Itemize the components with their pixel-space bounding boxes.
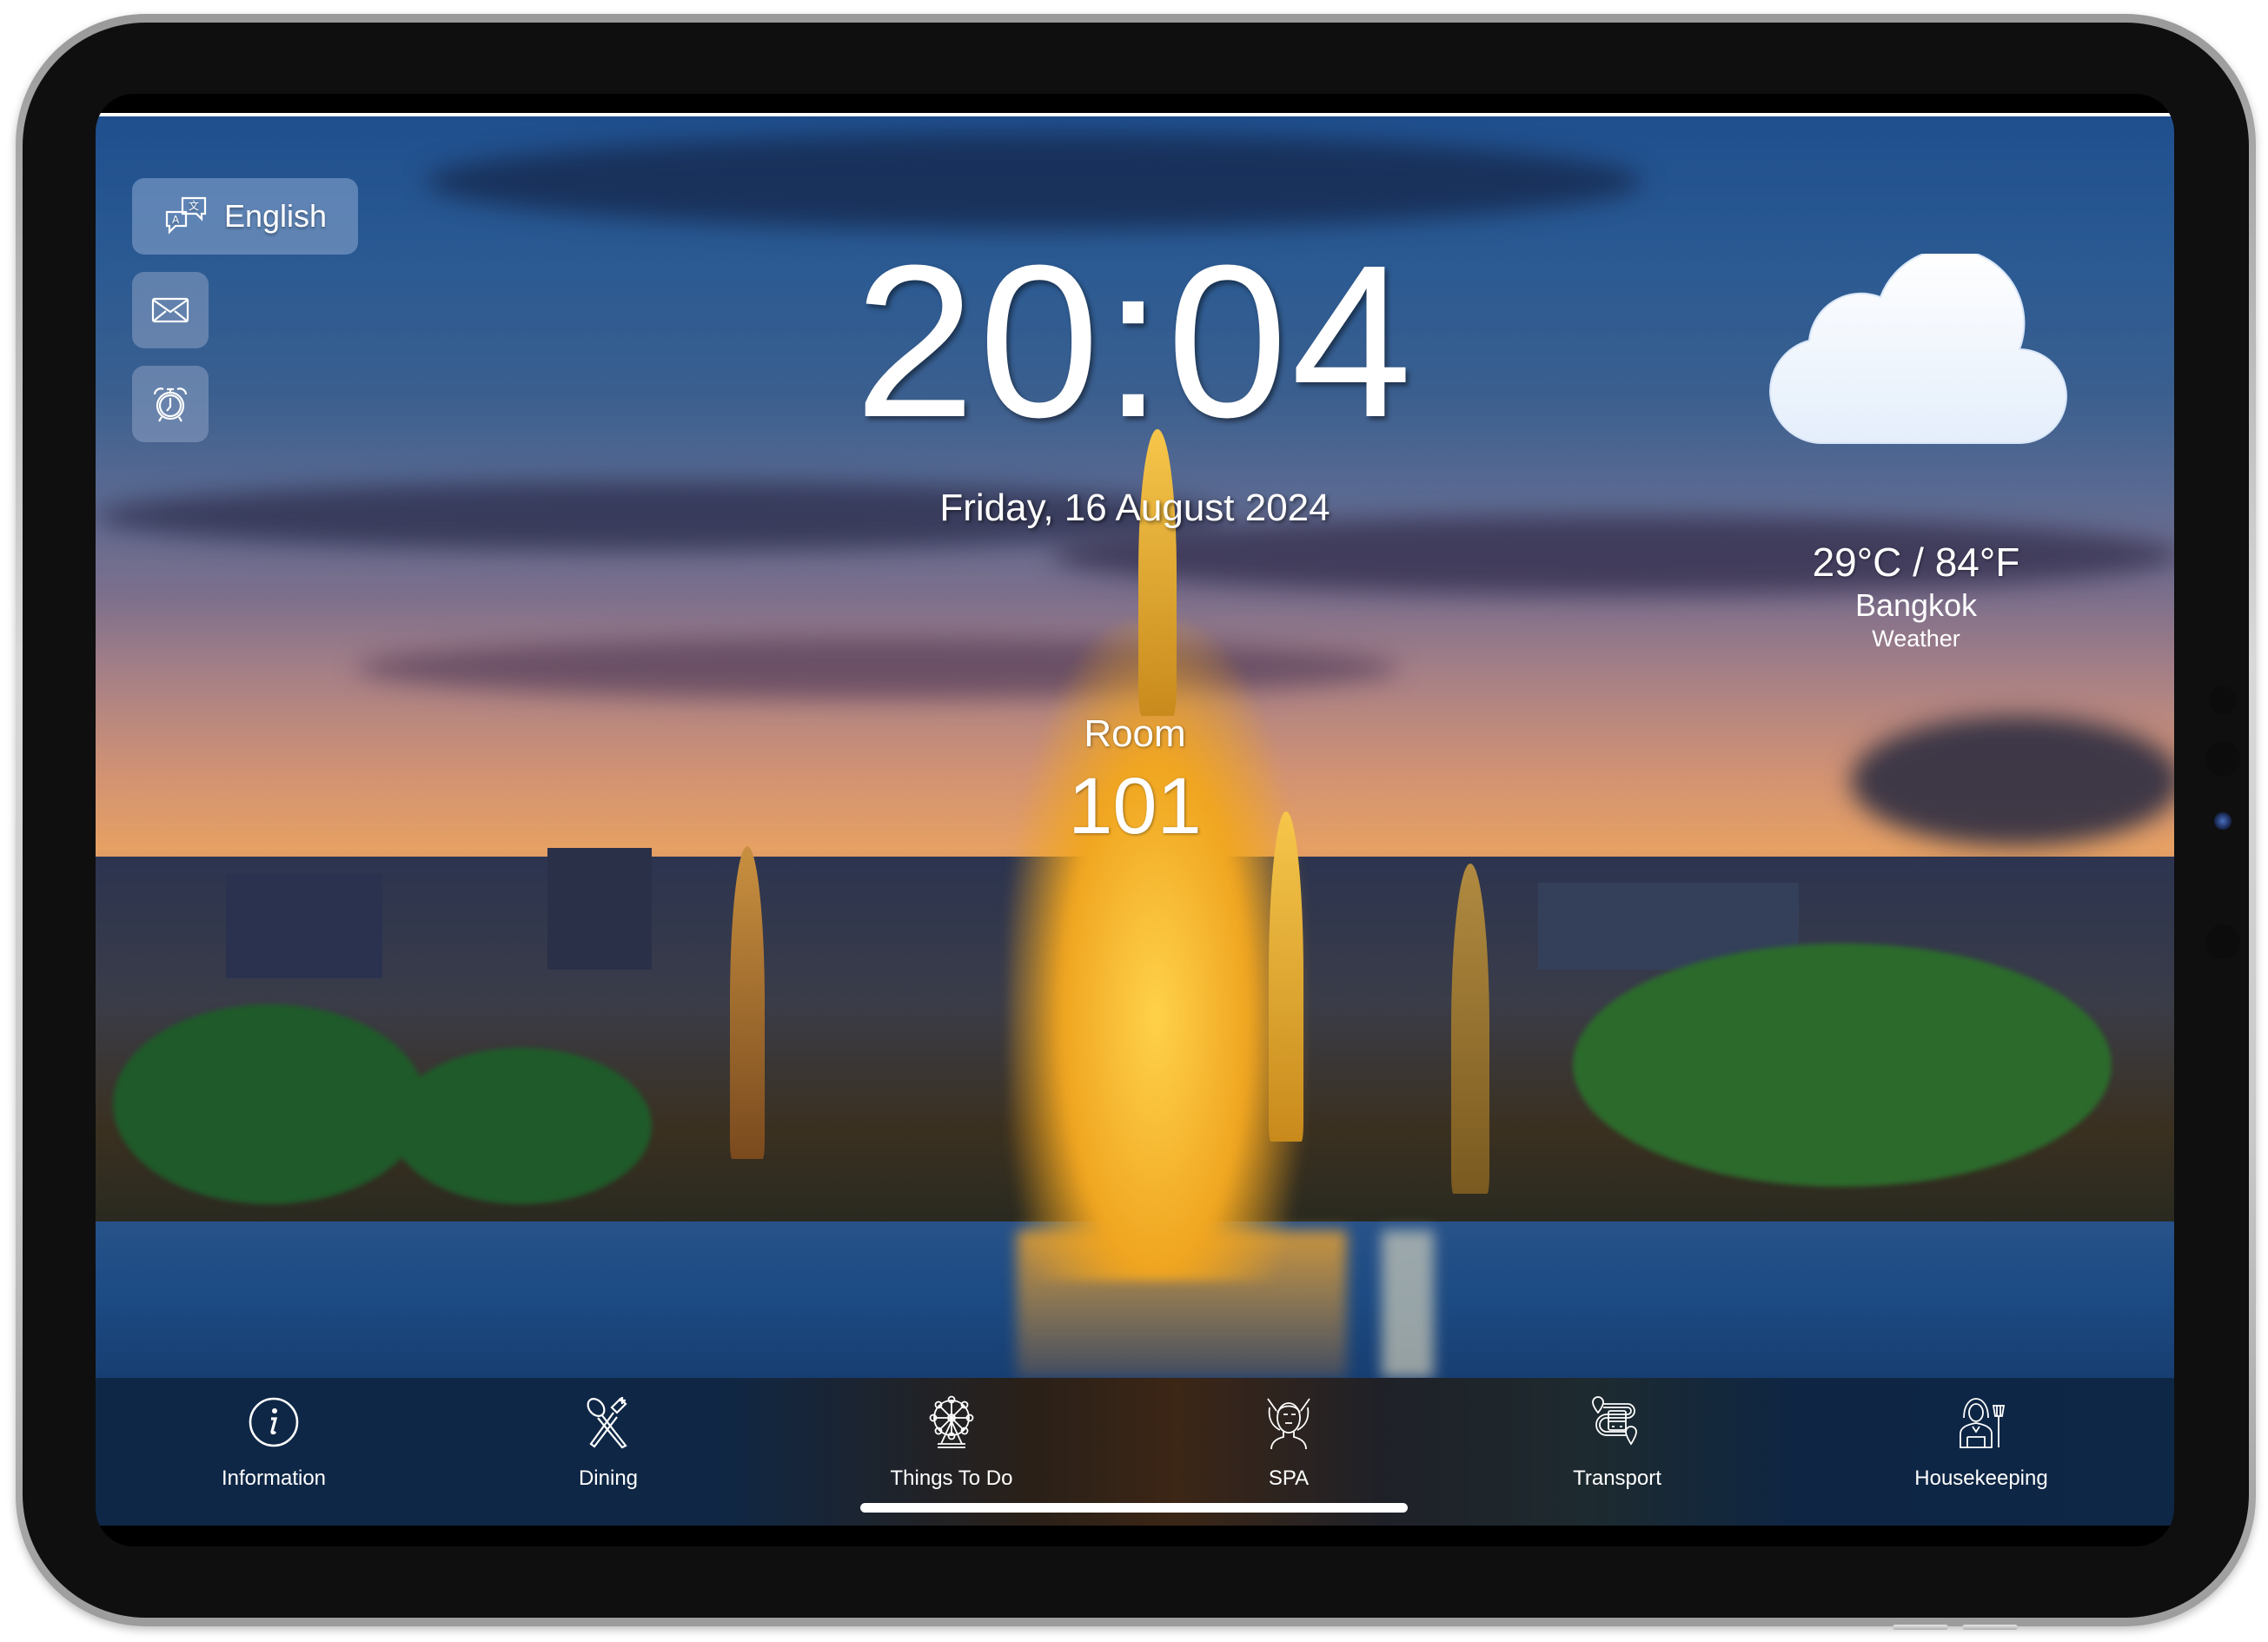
trees	[391, 1048, 652, 1204]
volume-button-2	[1962, 1625, 2018, 1630]
weather-temperature: 29°C / 84°F	[1812, 540, 2020, 585]
cloud	[426, 134, 1642, 229]
nav-label: Dining	[578, 1467, 639, 1490]
sensor	[2205, 742, 2240, 777]
trees	[113, 1004, 426, 1204]
svg-text:A: A	[172, 214, 180, 226]
sensor	[2205, 924, 2240, 959]
clock-date: Friday, 16 August 2024	[939, 487, 1330, 529]
nav-item-information[interactable]: Information	[161, 1378, 387, 1526]
translate-icon: A 文	[165, 196, 207, 235]
reflection	[1382, 1230, 1434, 1378]
nav-item-dining[interactable]: Dining	[495, 1378, 721, 1526]
front-camera	[2214, 812, 2232, 830]
room-number: 101	[1068, 762, 1202, 851]
info-icon	[249, 1397, 299, 1447]
nav-label: Things To Do	[890, 1467, 1013, 1490]
nav-item-transport[interactable]: Transport	[1504, 1378, 1730, 1526]
weather-label: Weather	[1872, 626, 1960, 652]
ferris-wheel-icon	[929, 1395, 974, 1448]
spoon-fork-icon	[587, 1397, 627, 1449]
nav-label: SPA	[1268, 1467, 1310, 1490]
nav-label: Housekeeping	[1914, 1467, 2048, 1490]
language-label: English	[224, 198, 328, 234]
weather-city: Bangkok	[1854, 587, 1978, 623]
housekeeper-icon	[1960, 1398, 2006, 1448]
temple-spire	[1451, 864, 1489, 1194]
screen: A 文 English 20:04 Friday, 16 August 2024…	[96, 94, 2174, 1546]
bus-route-icon	[1592, 1396, 1637, 1446]
cloud-icon	[1769, 254, 2067, 444]
temple-spire	[1269, 811, 1303, 1142]
volume-button-1	[1893, 1625, 1948, 1630]
nav-item-housekeeping[interactable]: Housekeeping	[1868, 1378, 2094, 1526]
svg-text:文: 文	[189, 199, 199, 212]
temple-spire	[1138, 429, 1177, 716]
face-massage-icon	[1267, 1398, 1310, 1449]
nav-label: Information	[221, 1467, 327, 1490]
home-indicator[interactable]	[860, 1503, 1408, 1513]
trees	[1573, 943, 2112, 1187]
room-label: Room	[1084, 712, 1186, 755]
sensor	[2209, 686, 2237, 714]
temple-spire	[730, 846, 765, 1159]
nav-label: Transport	[1573, 1467, 1661, 1490]
